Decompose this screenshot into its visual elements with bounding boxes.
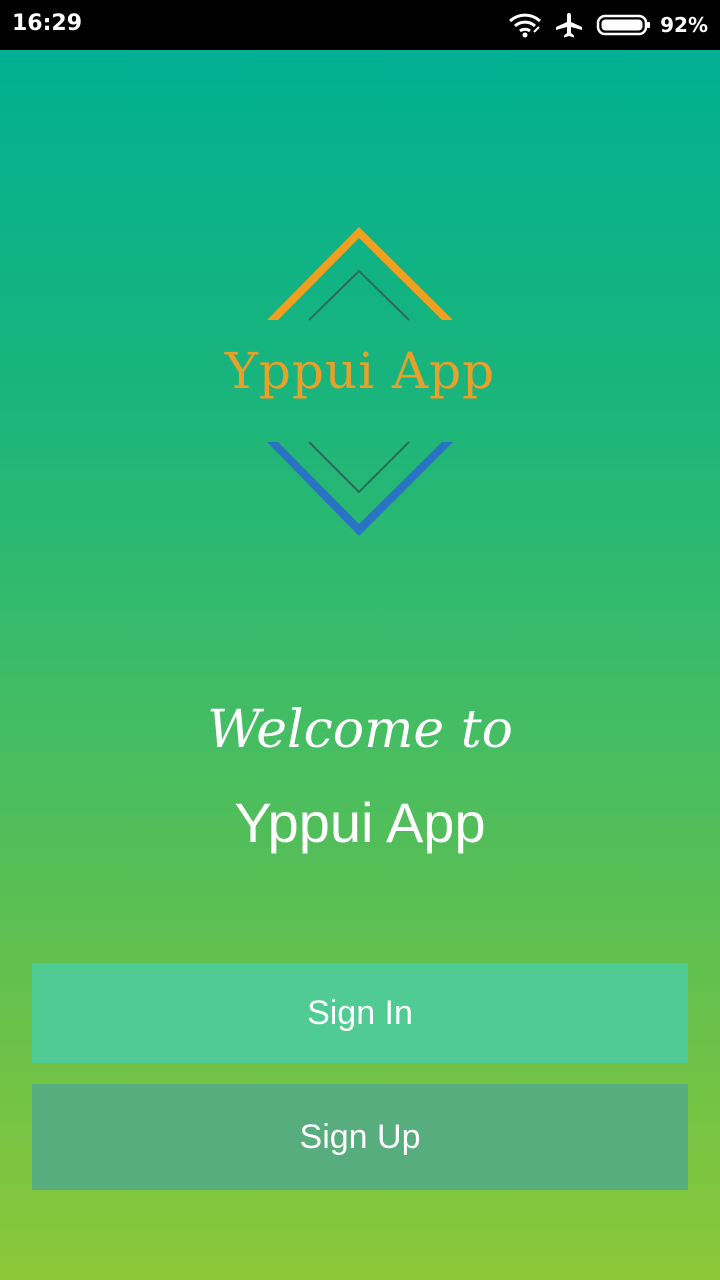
sign-in-button[interactable]: Sign In: [32, 963, 688, 1063]
status-icons: 92%: [508, 10, 708, 40]
battery-percentage: 92%: [660, 13, 708, 37]
status-bar: 16:29 92%: [0, 0, 720, 50]
battery-icon: [596, 14, 651, 36]
wifi-icon: [509, 13, 542, 38]
logo-text: Yppui App: [224, 342, 496, 400]
welcome-script-text: Welcome to: [207, 700, 513, 760]
airplane-icon: [556, 13, 583, 38]
sign-up-button[interactable]: Sign Up: [32, 1084, 688, 1190]
welcome-app-title: Yppui App: [234, 791, 486, 854]
app-screen: 16:29 92% Yppui App Welcome to Yppui App…: [0, 0, 720, 1280]
status-time: 16:29: [12, 11, 83, 36]
app-logo: Yppui App: [200, 222, 520, 542]
